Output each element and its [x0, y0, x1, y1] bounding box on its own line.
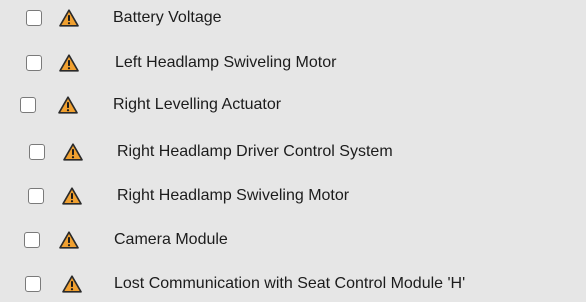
alert-label: Battery Voltage: [113, 9, 222, 26]
alert-list: Battery Voltage Left Headlamp Swiveling …: [0, 0, 586, 296]
alert-checkbox[interactable]: [26, 55, 42, 71]
list-item: Lost Communication with Seat Control Mod…: [0, 272, 586, 302]
list-item: Right Headlamp Driver Control System: [0, 140, 586, 170]
list-item: Right Levelling Actuator: [0, 93, 586, 123]
list-item: Battery Voltage: [0, 6, 586, 36]
alert-label: Right Headlamp Swiveling Motor: [117, 187, 350, 204]
alert-checkbox[interactable]: [26, 10, 42, 26]
warning-icon: [62, 187, 82, 205]
alert-label: Lost Communication with Seat Control Mod…: [114, 275, 466, 292]
alert-label: Right Levelling Actuator: [113, 96, 282, 113]
warning-icon: [62, 275, 82, 293]
alert-checkbox[interactable]: [28, 188, 44, 204]
list-item: Left Headlamp Swiveling Motor: [0, 51, 586, 81]
warning-icon: [59, 231, 79, 249]
alert-checkbox[interactable]: [29, 144, 45, 160]
warning-icon: [58, 96, 78, 114]
warning-icon: [59, 9, 79, 27]
alert-label: Camera Module: [114, 231, 228, 248]
warning-icon: [59, 54, 79, 72]
alert-checkbox[interactable]: [24, 232, 40, 248]
list-item: Camera Module: [0, 228, 586, 258]
warning-icon: [63, 143, 83, 161]
alert-label: Right Headlamp Driver Control System: [117, 143, 393, 160]
alert-checkbox[interactable]: [20, 97, 36, 113]
list-item: Right Headlamp Swiveling Motor: [0, 184, 586, 214]
alert-label: Left Headlamp Swiveling Motor: [115, 54, 337, 71]
alert-checkbox[interactable]: [25, 276, 41, 292]
